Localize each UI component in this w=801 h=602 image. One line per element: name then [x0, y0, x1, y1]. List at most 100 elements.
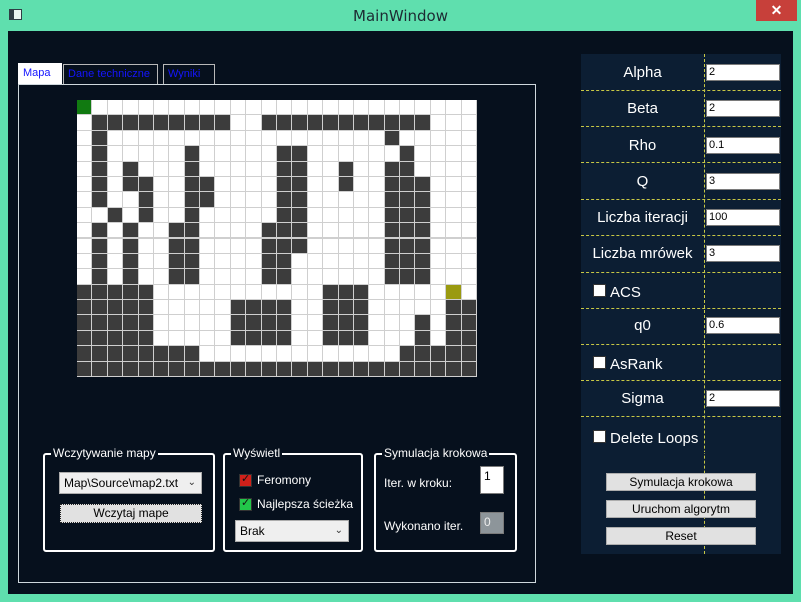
map-cell-wall[interactable]: [169, 361, 185, 377]
map-cell-free[interactable]: [461, 161, 477, 177]
map-cell-free[interactable]: [338, 223, 354, 239]
map-cell-free[interactable]: [353, 161, 370, 177]
q0-input[interactable]: 0.6: [706, 317, 780, 334]
map-cell-free[interactable]: [169, 330, 185, 347]
map-cell-wall[interactable]: [107, 207, 124, 224]
map-cell-free[interactable]: [215, 223, 231, 239]
map-cell-free[interactable]: [153, 253, 170, 270]
best-path-checkbox[interactable]: ✓: [239, 497, 252, 511]
map-cell-free[interactable]: [215, 238, 231, 254]
map-cell-wall[interactable]: [77, 284, 93, 301]
map-cell-free[interactable]: [138, 100, 154, 116]
map-cell-free[interactable]: [184, 284, 201, 301]
map-cell-wall[interactable]: [277, 315, 293, 331]
map-cell-wall[interactable]: [277, 253, 293, 270]
map-cell-free[interactable]: [307, 300, 324, 316]
map-cell-free[interactable]: [353, 223, 370, 239]
map-cell-free[interactable]: [461, 130, 477, 147]
map-cell-free[interactable]: [215, 330, 231, 347]
map-cell-free[interactable]: [369, 269, 385, 285]
map-cell-free[interactable]: [230, 146, 247, 162]
map-cell-wall[interactable]: [123, 330, 139, 347]
map-cell-wall[interactable]: [446, 330, 462, 347]
map-cell-wall[interactable]: [384, 192, 401, 208]
map-cell-free[interactable]: [138, 146, 154, 162]
map-cell-free[interactable]: [153, 146, 170, 162]
map-cell-wall[interactable]: [323, 284, 339, 301]
map-cell-wall[interactable]: [123, 176, 139, 193]
map-cell-wall[interactable]: [292, 115, 308, 131]
map-cell-free[interactable]: [77, 176, 93, 193]
map-cell-wall[interactable]: [323, 361, 339, 377]
map-cell-free[interactable]: [415, 100, 431, 116]
map-cell-free[interactable]: [107, 269, 124, 285]
map-cell-wall[interactable]: [338, 161, 354, 177]
map-cell-free[interactable]: [77, 269, 93, 285]
map-cell-wall[interactable]: [123, 223, 139, 239]
map-cell-free[interactable]: [215, 192, 231, 208]
map-cell-free[interactable]: [369, 300, 385, 316]
map-cell-free[interactable]: [77, 238, 93, 254]
map-cell-free[interactable]: [353, 176, 370, 193]
map-cell-free[interactable]: [369, 346, 385, 362]
map-cell-wall[interactable]: [107, 284, 124, 301]
map-cell-free[interactable]: [169, 146, 185, 162]
map-cell-free[interactable]: [153, 284, 170, 301]
map-cell-wall[interactable]: [446, 361, 462, 377]
map-cell-wall[interactable]: [277, 269, 293, 285]
display-mode-select[interactable]: Brak ⌄: [235, 520, 349, 542]
map-cell-wall[interactable]: [384, 238, 401, 254]
map-cell-free[interactable]: [461, 192, 477, 208]
map-cell-free[interactable]: [246, 346, 262, 362]
map-cell-free[interactable]: [461, 269, 477, 285]
map-cell-wall[interactable]: [384, 207, 401, 224]
map-cell-wall[interactable]: [184, 192, 201, 208]
map-cell-free[interactable]: [338, 346, 354, 362]
map-cell-wall[interactable]: [92, 330, 108, 347]
map-cell-free[interactable]: [430, 176, 447, 193]
map-cell-free[interactable]: [430, 238, 447, 254]
map-cell-free[interactable]: [292, 300, 308, 316]
map-cell-wall[interactable]: [400, 238, 416, 254]
map-cell-free[interactable]: [307, 207, 324, 224]
title-bar[interactable]: MainWindow ✕: [0, 0, 801, 32]
map-cell-free[interactable]: [430, 100, 447, 116]
map-cell-free[interactable]: [215, 284, 231, 301]
map-cell-wall[interactable]: [184, 269, 201, 285]
map-cell-free[interactable]: [446, 238, 462, 254]
map-cell-wall[interactable]: [230, 315, 247, 331]
map-cell-free[interactable]: [77, 161, 93, 177]
ants-input[interactable]: 3: [706, 245, 780, 262]
map-cell-wall[interactable]: [123, 361, 139, 377]
map-cell-free[interactable]: [107, 130, 124, 147]
map-cell-wall[interactable]: [277, 176, 293, 193]
map-cell-wall[interactable]: [153, 346, 170, 362]
map-cell-wall[interactable]: [92, 300, 108, 316]
map-cell-wall[interactable]: [123, 346, 139, 362]
map-cell-free[interactable]: [369, 284, 385, 301]
map-cell-wall[interactable]: [92, 146, 108, 162]
map-cell-wall[interactable]: [353, 330, 370, 347]
map-cell-free[interactable]: [92, 100, 108, 116]
map-cell-free[interactable]: [369, 100, 385, 116]
map-cell-wall[interactable]: [461, 315, 477, 331]
map-cell-free[interactable]: [384, 315, 401, 331]
map-cell-free[interactable]: [369, 253, 385, 270]
map-cell-wall[interactable]: [123, 269, 139, 285]
map-cell-wall[interactable]: [215, 115, 231, 131]
map-cell-wall[interactable]: [400, 207, 416, 224]
map-cell-free[interactable]: [307, 192, 324, 208]
map-cell-free[interactable]: [430, 223, 447, 239]
map-cell-wall[interactable]: [153, 115, 170, 131]
q-input[interactable]: 3: [706, 173, 780, 190]
map-cell-wall[interactable]: [277, 223, 293, 239]
map-cell-free[interactable]: [461, 238, 477, 254]
map-cell-free[interactable]: [400, 100, 416, 116]
map-cell-free[interactable]: [384, 146, 401, 162]
map-cell-wall[interactable]: [138, 330, 154, 347]
map-cell-free[interactable]: [323, 238, 339, 254]
map-cell-wall[interactable]: [138, 300, 154, 316]
map-cell-wall[interactable]: [415, 238, 431, 254]
map-cell-free[interactable]: [277, 130, 293, 147]
map-cell-wall[interactable]: [92, 176, 108, 193]
